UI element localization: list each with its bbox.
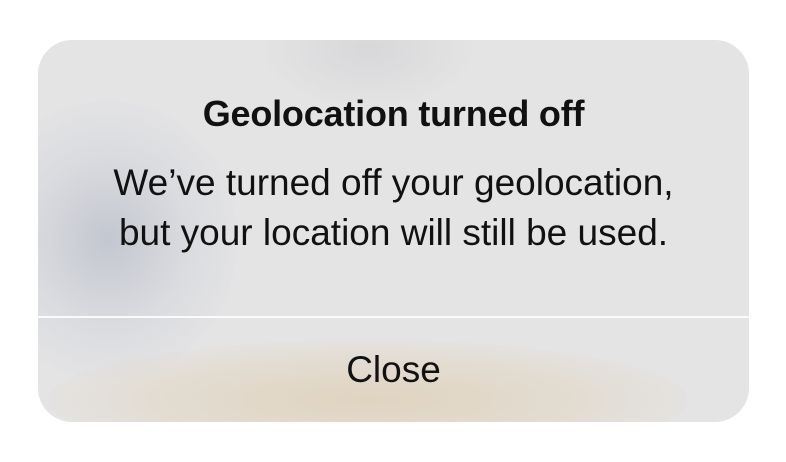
alert-content: Geolocation turned off We’ve turned off … (38, 40, 749, 316)
alert-title: Geolocation turned off (202, 93, 585, 134)
alert-dialog: Geolocation turned off We’ve turned off … (38, 40, 749, 422)
alert-message-line: We’ve turned off your geolocation, (113, 162, 674, 203)
close-button[interactable]: Close (38, 318, 749, 422)
alert-message: We’ve turned off your geolocation, but y… (38, 158, 749, 258)
alert-message-line: but your location will still be used. (118, 212, 669, 253)
screen: Geolocation turned off We’ve turned off … (0, 0, 786, 462)
